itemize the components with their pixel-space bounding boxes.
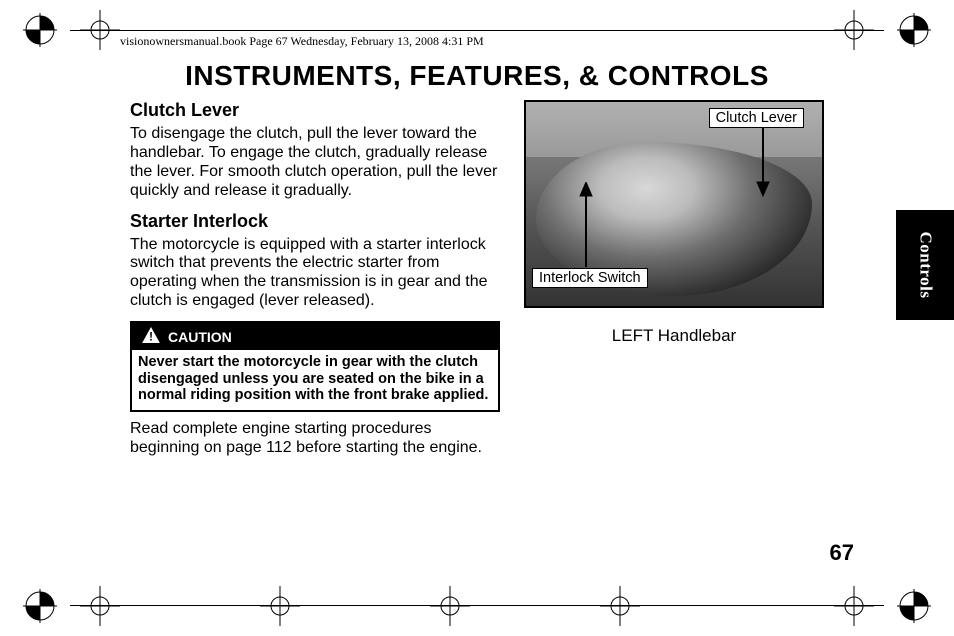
- caution-body-text: Never start the motorcycle in gear with …: [132, 350, 498, 410]
- caution-label: CAUTION: [168, 329, 232, 345]
- book-header-text: visionownersmanual.book Page 67 Wednesda…: [120, 34, 484, 49]
- crop-mark-icon: [80, 586, 120, 626]
- crop-mark-icon: [430, 586, 470, 626]
- registration-mark: [20, 586, 60, 626]
- heading-clutch-lever: Clutch Lever: [130, 100, 500, 121]
- page-content: INSTRUMENTS, FEATURES, & CONTROLS Clutch…: [70, 60, 884, 576]
- handlebar-photo: Clutch Lever Interlock Switch: [524, 100, 824, 308]
- heading-starter-interlock: Starter Interlock: [130, 211, 500, 232]
- registration-mark: [894, 10, 934, 50]
- footer-rule: [70, 605, 884, 606]
- paragraph-post-caution: Read complete engine starting procedures…: [130, 420, 500, 458]
- registration-mark: [894, 586, 934, 626]
- figure-column: Clutch Lever Interlock Switch LEFT Handl…: [524, 100, 824, 468]
- crop-mark-icon: [260, 586, 300, 626]
- paragraph-clutch-lever: To disengage the clutch, pull the lever …: [130, 125, 500, 201]
- page-number: 67: [830, 540, 854, 566]
- page-title: INSTRUMENTS, FEATURES, & CONTROLS: [70, 60, 884, 92]
- caution-header: ! CAUTION: [132, 323, 498, 350]
- text-column: Clutch Lever To disengage the clutch, pu…: [130, 100, 500, 468]
- header-rule: [70, 30, 884, 31]
- warning-triangle-icon: !: [142, 327, 160, 346]
- crop-mark-icon: [834, 586, 874, 626]
- section-side-tab: Controls: [896, 210, 954, 320]
- caution-box: ! CAUTION Never start the motorcycle in …: [130, 321, 500, 412]
- figure-caption: LEFT Handlebar: [524, 326, 824, 346]
- svg-text:!: !: [149, 331, 153, 343]
- section-side-tab-label: Controls: [915, 232, 935, 299]
- callout-interlock-switch: Interlock Switch: [532, 268, 648, 288]
- callout-arrow-icon: [566, 182, 606, 267]
- registration-mark: [20, 10, 60, 50]
- crop-mark-icon: [600, 586, 640, 626]
- callout-clutch-lever: Clutch Lever: [709, 108, 804, 128]
- callout-arrow-icon: [748, 128, 778, 198]
- paragraph-starter-interlock: The motorcycle is equipped with a starte…: [130, 236, 500, 312]
